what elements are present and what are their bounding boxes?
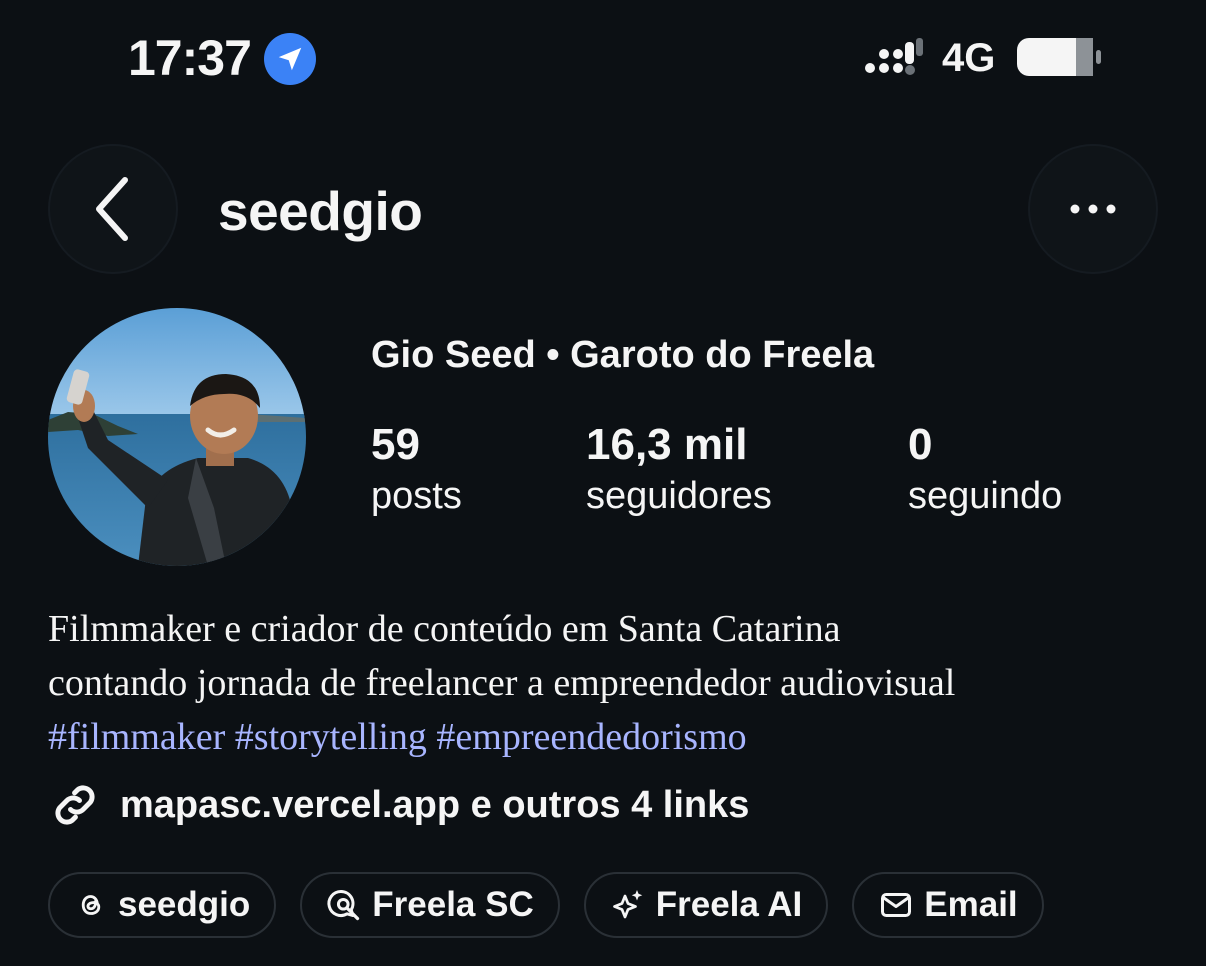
chip-threads[interactable]: seedgio [48, 872, 277, 938]
posts-label: posts [371, 475, 462, 517]
bio-line: contando jornada de freelancer a empreen… [48, 662, 956, 704]
posts-count: 59 [371, 420, 420, 469]
mail-icon [881, 893, 912, 917]
following-count: 0 [908, 420, 933, 469]
chip-email[interactable]: Email [852, 872, 1044, 938]
avatar[interactable] [48, 308, 306, 566]
external-links[interactable]: mapasc.vercel.app e outros 4 links [48, 778, 749, 832]
bio-line: Filmmaker e criador de conteúdo em Santa… [48, 608, 841, 650]
link-text: mapasc.vercel.app e outros 4 links [120, 784, 750, 826]
following-label: seguindo [908, 475, 1063, 517]
battery-icon [1017, 38, 1101, 76]
page-title: seedgio [218, 180, 423, 242]
chip-freela-ai[interactable]: Freela AI [583, 872, 829, 938]
hashtag-link[interactable]: #storytelling [235, 716, 427, 758]
threads-icon [81, 895, 101, 915]
followers-count: 16,3 mil [586, 420, 748, 469]
link-icon [55, 785, 95, 825]
profile-screen: 17:37 4G seedgio Gio Seed • Garoto do Fr… [0, 0, 1206, 966]
bio: Filmmaker e criador de conteúdo em Santa… [48, 602, 1168, 764]
hashtag-link[interactable]: #empreendedorismo [436, 716, 746, 758]
sparkle-icon [612, 890, 642, 919]
ellipsis-icon [1070, 204, 1116, 214]
more-options-button[interactable] [1030, 146, 1156, 272]
profile-chips: seedgio Freela SC Freela AI Email [48, 872, 1044, 938]
display-name: Gio Seed • Garoto do Freela [371, 334, 875, 376]
following-stat[interactable]: 0 seguindo [908, 420, 1062, 522]
network-label: 4G [942, 36, 996, 80]
hashtag-link[interactable]: #filmmaker [48, 716, 225, 758]
posts-stat[interactable]: 59 posts [371, 420, 462, 522]
chip-label: Freela SC [372, 885, 534, 924]
followers-stat[interactable]: 16,3 mil seguidores [586, 420, 772, 522]
chip-label: seedgio [118, 885, 251, 924]
location-arrow-icon [264, 33, 316, 85]
chip-label: Freela AI [655, 885, 803, 924]
signal-icon [865, 38, 923, 75]
hashtags: #filmmaker #storytelling #empreendedoris… [48, 710, 1168, 764]
chip-freela-sc[interactable]: Freela SC [300, 872, 560, 938]
chip-label: Email [924, 885, 1018, 924]
chat-search-icon [327, 889, 360, 921]
back-button[interactable] [50, 146, 176, 272]
chevron-left-icon [96, 177, 128, 241]
status-time: 17:37 [128, 30, 252, 86]
followers-label: seguidores [586, 475, 772, 517]
